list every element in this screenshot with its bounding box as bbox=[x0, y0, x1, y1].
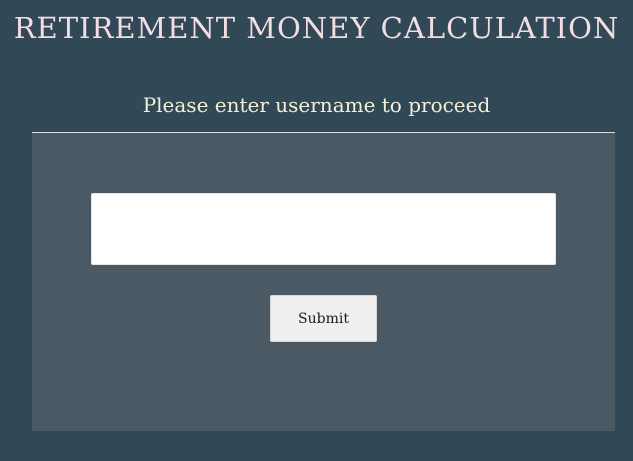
login-panel: Submit bbox=[32, 133, 615, 431]
submit-button[interactable]: Submit bbox=[270, 295, 377, 342]
username-prompt: Please enter username to proceed bbox=[142, 93, 491, 117]
page-title: RETIREMENT MONEY CALCULATION bbox=[13, 11, 620, 45]
username-input[interactable] bbox=[91, 193, 556, 265]
